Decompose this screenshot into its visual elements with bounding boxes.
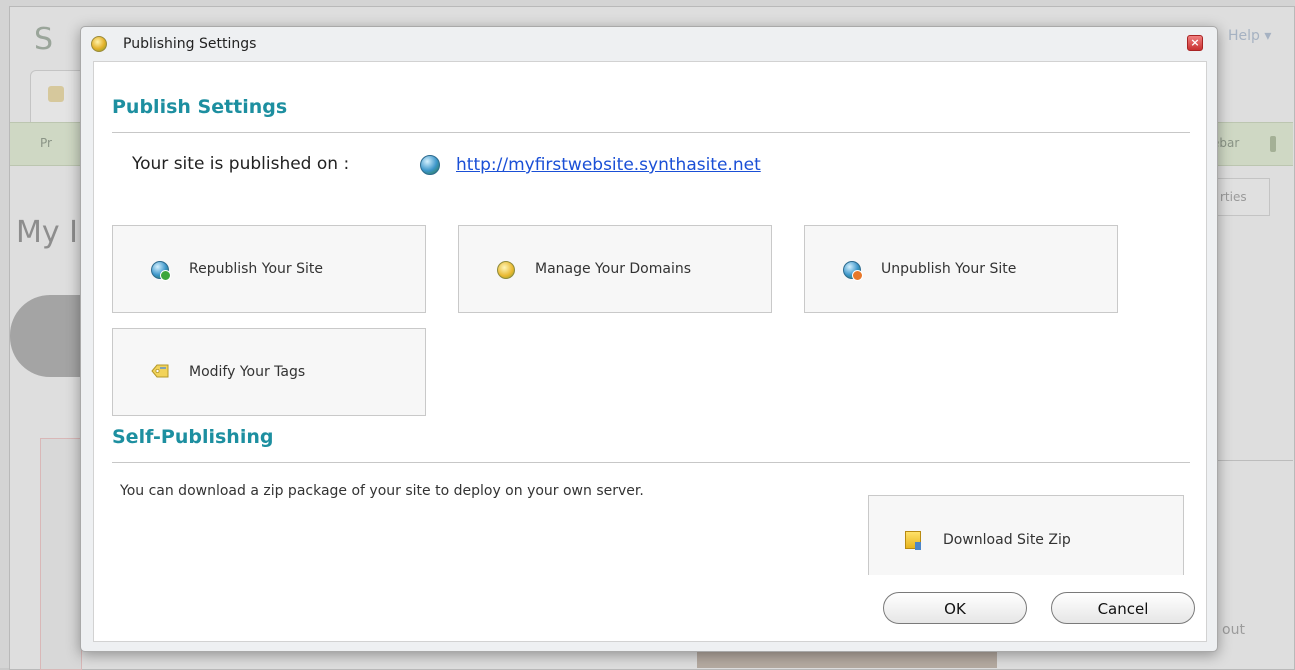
- published-site-link[interactable]: http://myfirstwebsite.synthasite.net: [456, 155, 761, 175]
- manage-domains-button[interactable]: Manage Your Domains: [458, 225, 772, 313]
- unpublish-globe-icon: [843, 261, 863, 281]
- self-publishing-heading: Self-Publishing: [112, 426, 274, 448]
- zip-icon: [905, 531, 921, 550]
- cancel-button[interactable]: Cancel: [1051, 592, 1195, 624]
- modify-tags-label: Modify Your Tags: [189, 364, 306, 380]
- section-divider: [112, 462, 1190, 463]
- self-publishing-description: You can download a zip package of your s…: [120, 483, 644, 499]
- unpublish-site-label: Unpublish Your Site: [881, 261, 1017, 277]
- published-on-label: Your site is published on :: [132, 154, 350, 174]
- cube-icon: [48, 86, 64, 102]
- pin-icon: [1270, 136, 1276, 152]
- download-site-zip-label: Download Site Zip: [943, 532, 1071, 548]
- help-menu[interactable]: Help ▾: [1228, 28, 1271, 44]
- download-site-zip-button[interactable]: Download Site Zip: [868, 495, 1184, 583]
- publish-settings-icon: [91, 36, 107, 52]
- republish-site-button[interactable]: Republish Your Site: [112, 225, 426, 313]
- properties-tab-label: rties: [1220, 190, 1247, 204]
- close-icon[interactable]: ×: [1187, 35, 1203, 51]
- ok-button[interactable]: OK: [883, 592, 1027, 624]
- tag-icon: [151, 364, 169, 378]
- unpublish-site-button[interactable]: Unpublish Your Site: [804, 225, 1118, 313]
- dialog-body: Publish Settings Your site is published …: [93, 61, 1207, 583]
- modify-tags-button[interactable]: Modify Your Tags: [112, 328, 426, 416]
- dialog-footer: [93, 575, 1207, 642]
- dialog-titlebar[interactable]: Publishing Settings ×: [81, 27, 1217, 61]
- republish-globe-icon: [151, 261, 171, 281]
- publishing-settings-dialog: Publishing Settings × Publish Settings Y…: [80, 26, 1218, 652]
- publish-settings-heading: Publish Settings: [112, 96, 288, 118]
- background-content-box: [40, 438, 82, 670]
- app-logo: S: [34, 22, 54, 57]
- globe-icon: [420, 155, 440, 175]
- manage-domains-label: Manage Your Domains: [535, 261, 692, 277]
- page-title-fragment: My I: [16, 215, 79, 250]
- background-divider: [1215, 460, 1293, 461]
- section-divider: [112, 132, 1190, 133]
- dialog-title: Publishing Settings: [123, 36, 257, 52]
- pencil-icon: [497, 261, 515, 279]
- republish-site-label: Republish Your Site: [189, 261, 323, 277]
- background-right-fragment: out: [1222, 622, 1245, 638]
- toolbar-left-fragment: Pr: [40, 136, 52, 150]
